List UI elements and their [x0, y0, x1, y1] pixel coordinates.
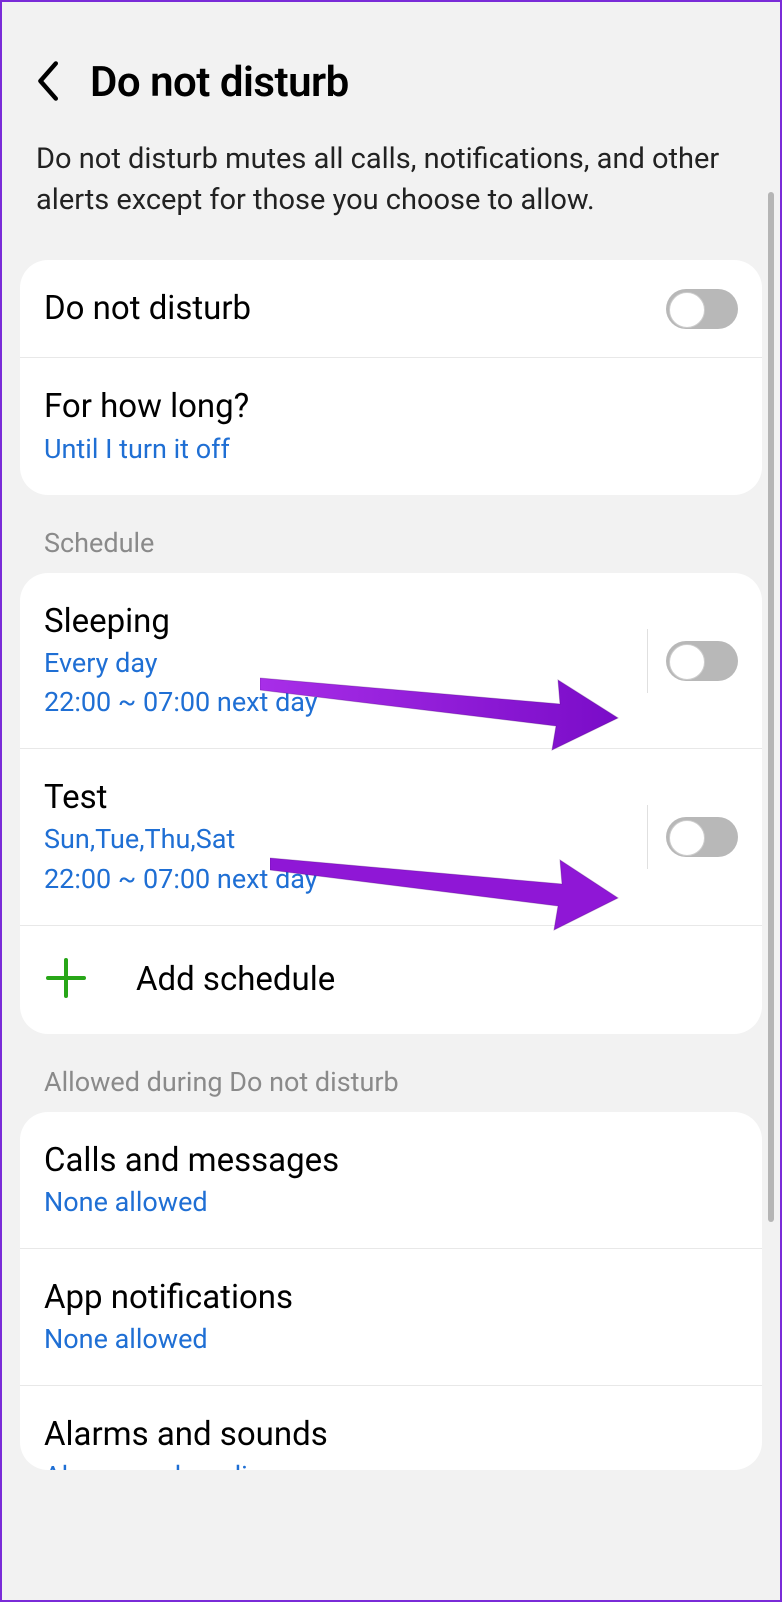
- section-header-allowed: Allowed during Do not disturb: [20, 1034, 762, 1112]
- page-title: Do not disturb: [90, 58, 349, 107]
- schedule-name: Sleeping: [44, 601, 637, 642]
- section-header-schedule: Schedule: [20, 495, 762, 573]
- schedule-name: Test: [44, 777, 637, 818]
- duration-label: For how long?: [44, 386, 738, 427]
- row-app-notifications[interactable]: App notifications None allowed: [20, 1248, 762, 1385]
- allowed-title: App notifications: [44, 1277, 738, 1318]
- divider: [647, 805, 648, 869]
- scroll-indicator: [768, 192, 774, 1222]
- schedule-item-test[interactable]: Test Sun,Tue,Thu,Sat 22:00 ~ 07:00 next …: [20, 748, 762, 924]
- header-bar: Do not disturb: [20, 22, 762, 133]
- row-alarms-sounds[interactable]: Alarms and sounds Alarms and media: [20, 1385, 762, 1469]
- duration-value: Until I turn it off: [44, 432, 738, 467]
- card-schedule: Sleeping Every day 22:00 ~ 07:00 next da…: [20, 573, 762, 1034]
- row-calls-messages[interactable]: Calls and messages None allowed: [20, 1112, 762, 1248]
- schedule-time: 22:00 ~ 07:00 next day: [44, 862, 637, 897]
- add-schedule-label: Add schedule: [136, 960, 335, 999]
- schedule-time: 22:00 ~ 07:00 next day: [44, 685, 637, 720]
- dnd-toggle[interactable]: [666, 289, 738, 329]
- schedule-item-sleeping[interactable]: Sleeping Every day 22:00 ~ 07:00 next da…: [20, 573, 762, 748]
- schedule-days: Sun,Tue,Thu,Sat: [44, 822, 637, 857]
- schedule-toggle-test[interactable]: [666, 817, 738, 857]
- add-schedule-button[interactable]: Add schedule: [20, 925, 762, 1034]
- schedule-toggle-sleeping[interactable]: [666, 641, 738, 681]
- allowed-sub: Alarms and media: [44, 1460, 738, 1470]
- schedule-days: Every day: [44, 646, 637, 681]
- allowed-title: Alarms and sounds: [44, 1414, 738, 1455]
- card-main: Do not disturb For how long? Until I tur…: [20, 260, 762, 495]
- allowed-sub: None allowed: [44, 1322, 738, 1357]
- row-duration[interactable]: For how long? Until I turn it off: [20, 357, 762, 494]
- card-allowed: Calls and messages None allowed App noti…: [20, 1112, 762, 1470]
- dnd-toggle-label: Do not disturb: [44, 288, 666, 329]
- allowed-title: Calls and messages: [44, 1140, 738, 1181]
- plus-icon: [44, 956, 88, 1004]
- allowed-sub: None allowed: [44, 1185, 738, 1220]
- page-description: Do not disturb mutes all calls, notifica…: [20, 133, 762, 260]
- back-icon[interactable]: [32, 59, 62, 107]
- row-dnd-toggle[interactable]: Do not disturb: [20, 260, 762, 357]
- divider: [647, 629, 648, 693]
